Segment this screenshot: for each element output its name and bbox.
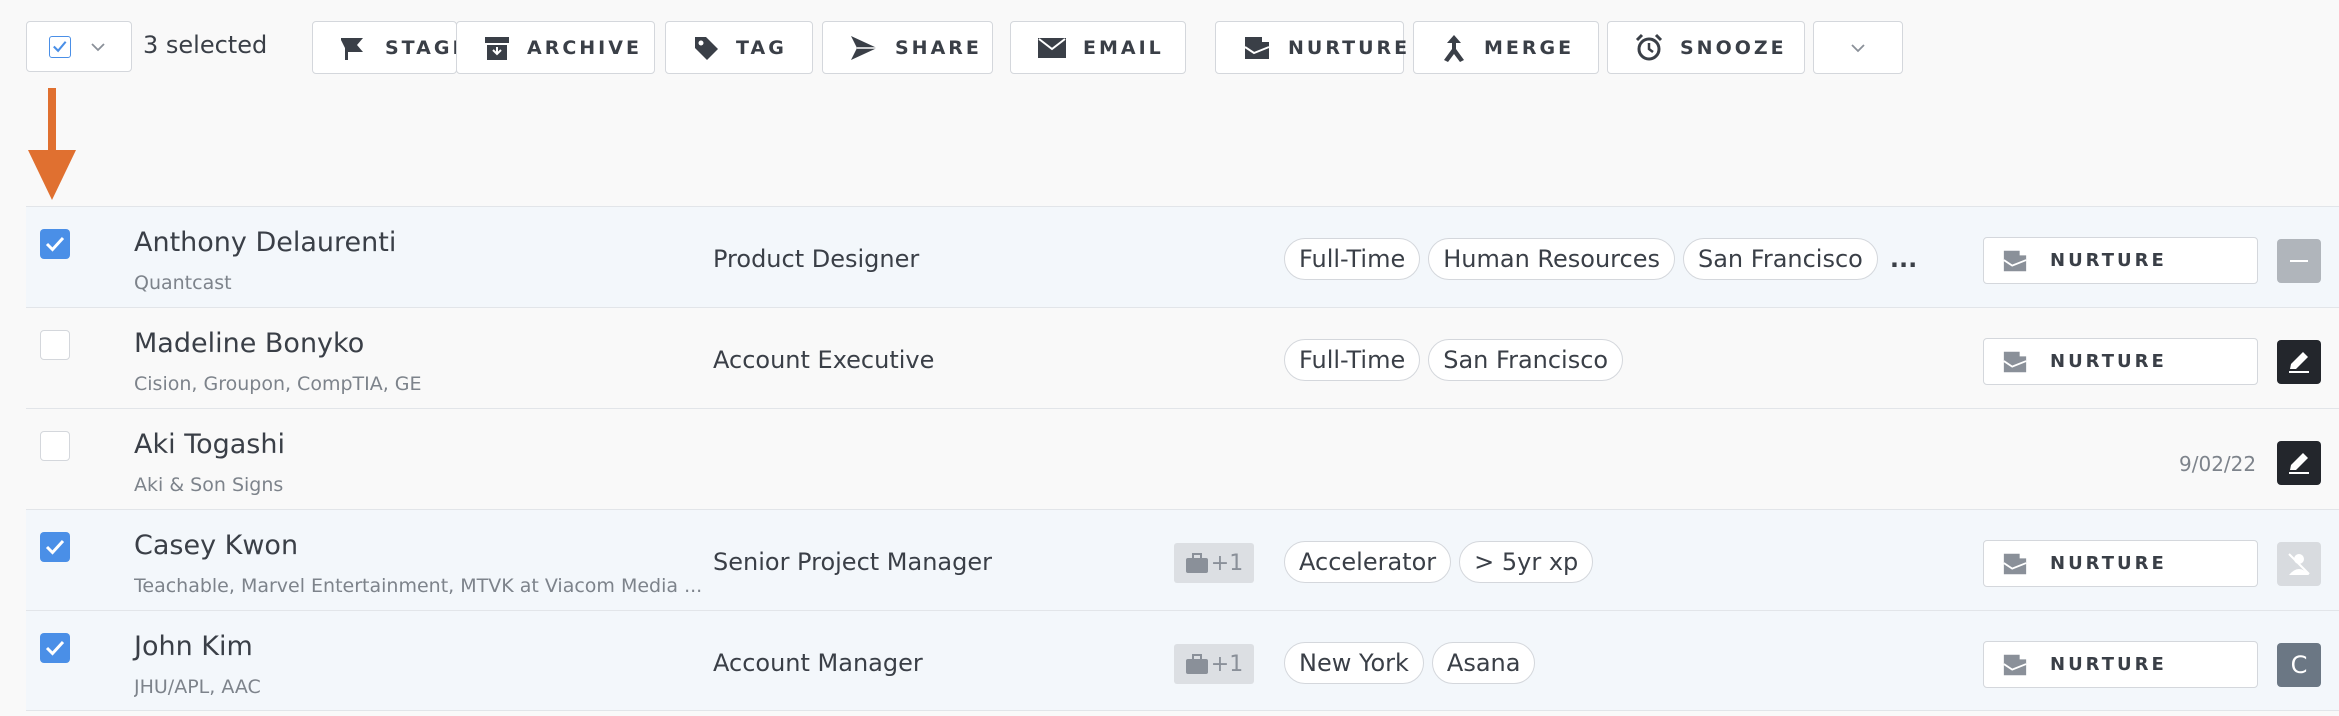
tag-list: New York Asana: [1284, 642, 1536, 684]
arrow-down-icon: [28, 88, 76, 200]
alarm-clock-icon: [1635, 33, 1663, 60]
merge-button[interactable]: MERGE: [1413, 21, 1599, 74]
flag-icon: [341, 37, 363, 60]
tag-chip[interactable]: San Francisco: [1428, 339, 1624, 381]
user-slash-icon: [2288, 553, 2310, 575]
table-row[interactable]: John Kim JHU/APL, AAC Account Manager +1…: [26, 610, 2339, 711]
nurture-label: NURTURE: [2050, 654, 2167, 675]
share-button[interactable]: SHARE: [822, 21, 993, 74]
tag-chip[interactable]: Full-Time: [1284, 339, 1421, 381]
pencil-icon: [2289, 453, 2309, 474]
row-checkbox[interactable]: [40, 532, 70, 562]
additional-jobs-badge[interactable]: +1: [1174, 644, 1254, 684]
candidate-company: Teachable, Marvel Entertainment, MTVK at…: [134, 575, 703, 597]
email-label: EMAIL: [1083, 36, 1164, 59]
share-label: SHARE: [895, 36, 982, 59]
avatar[interactable]: [2277, 441, 2321, 485]
stage-button[interactable]: STAGE: [312, 21, 465, 74]
additional-jobs-count: +1: [1210, 550, 1244, 576]
additional-jobs-badge[interactable]: +1: [1174, 543, 1254, 583]
nurture-button[interactable]: NURTURE: [1983, 641, 2258, 688]
candidate-title: Senior Project Manager: [713, 548, 992, 576]
tag-chip[interactable]: > 5yr xp: [1459, 541, 1594, 583]
tag-chip[interactable]: Full-Time: [1284, 238, 1421, 280]
archive-icon: [485, 36, 509, 60]
inbox-stack-icon: [2003, 553, 2027, 574]
inbox-stack-icon: [1244, 36, 1270, 59]
candidate-title: Account Executive: [713, 346, 935, 374]
tag-chip[interactable]: Accelerator: [1284, 541, 1452, 583]
more-actions-button[interactable]: [1813, 21, 1903, 74]
briefcase-icon: [1185, 553, 1208, 573]
candidate-title: Product Designer: [713, 245, 920, 273]
candidate-name[interactable]: Madeline Bonyko: [134, 328, 364, 359]
pencil-icon: [2289, 352, 2309, 373]
nurture-label: NURTURE: [2050, 351, 2167, 372]
select-all-checkbox[interactable]: [49, 36, 71, 58]
email-button[interactable]: EMAIL: [1010, 21, 1186, 74]
date-label: 9/02/22: [2179, 452, 2257, 476]
candidate-company: Quantcast: [134, 272, 232, 294]
select-all-dropdown[interactable]: [26, 21, 132, 72]
snooze-button[interactable]: SNOOZE: [1607, 21, 1805, 74]
chevron-down-icon[interactable]: [89, 38, 107, 56]
candidate-name[interactable]: Casey Kwon: [134, 530, 298, 561]
archive-button[interactable]: ARCHIVE: [456, 21, 655, 74]
candidate-title: Account Manager: [713, 649, 923, 677]
candidate-company: Cision, Groupon, CompTIA, GE: [134, 373, 422, 395]
tag-list: Accelerator > 5yr xp: [1284, 541, 1594, 583]
selected-count: 3 selected: [143, 31, 268, 59]
inbox-stack-icon: [2003, 654, 2027, 675]
table-row[interactable]: Madeline Bonyko Cision, Groupon, CompTIA…: [26, 307, 2339, 408]
tag-chip[interactable]: Asana: [1431, 642, 1536, 684]
avatar[interactable]: [2277, 542, 2321, 586]
tag-label: TAG: [736, 36, 787, 59]
minus-icon: [2290, 260, 2308, 262]
merge-label: MERGE: [1484, 36, 1575, 59]
nurture-button[interactable]: NURTURE: [1983, 338, 2258, 385]
tag-button[interactable]: TAG: [665, 21, 813, 74]
merge-icon: [1444, 34, 1464, 62]
inbox-stack-icon: [2003, 351, 2027, 372]
more-tags[interactable]: ...: [1890, 245, 1917, 273]
archive-label: ARCHIVE: [527, 36, 642, 59]
inbox-stack-icon: [2003, 250, 2027, 271]
candidate-name[interactable]: Anthony Delaurenti: [134, 227, 396, 258]
row-checkbox[interactable]: [40, 330, 70, 360]
tag-chip[interactable]: New York: [1284, 642, 1424, 684]
candidate-company: JHU/APL, AAC: [134, 676, 261, 698]
nurture-label: NURTURE: [2050, 250, 2167, 271]
row-checkbox[interactable]: [40, 229, 70, 259]
nurture-button[interactable]: NURTURE: [1983, 237, 2258, 284]
tag-list: Full-Time Human Resources San Francisco …: [1284, 238, 1917, 280]
candidate-name[interactable]: John Kim: [134, 631, 253, 662]
tag-icon: [695, 36, 718, 60]
candidate-company: Aki & Son Signs: [134, 474, 284, 496]
tag-list: Full-Time San Francisco: [1284, 339, 1624, 381]
paper-plane-icon: [851, 35, 877, 60]
table-row[interactable]: Anthony Delaurenti Quantcast Product Des…: [26, 206, 2339, 307]
briefcase-icon: [1185, 654, 1208, 674]
bulk-action-toolbar: 3 selected STAGE ARCHIVE TAG SHARE EMAIL…: [0, 0, 2339, 100]
nurture-label: NURTURE: [2050, 553, 2167, 574]
tag-chip[interactable]: Human Resources: [1428, 238, 1675, 280]
table-row[interactable]: Casey Kwon Teachable, Marvel Entertainme…: [26, 509, 2339, 610]
row-checkbox[interactable]: [40, 633, 70, 663]
nurture-button[interactable]: NURTURE: [1215, 21, 1407, 74]
avatar[interactable]: C: [2277, 643, 2321, 687]
row-checkbox[interactable]: [40, 431, 70, 461]
table-row[interactable]: Aki Togashi Aki & Son Signs 9/02/22: [26, 408, 2339, 509]
envelope-icon: [1038, 37, 1066, 58]
additional-jobs-count: +1: [1210, 651, 1244, 677]
nurture-label: NURTURE: [1288, 36, 1411, 59]
tag-chip[interactable]: San Francisco: [1682, 238, 1878, 280]
avatar[interactable]: [2277, 239, 2321, 283]
avatar[interactable]: [2277, 340, 2321, 384]
chevron-down-icon: [1851, 43, 1865, 52]
snooze-label: SNOOZE: [1680, 36, 1787, 59]
nurture-button[interactable]: NURTURE: [1983, 540, 2258, 587]
candidate-name[interactable]: Aki Togashi: [134, 429, 285, 460]
